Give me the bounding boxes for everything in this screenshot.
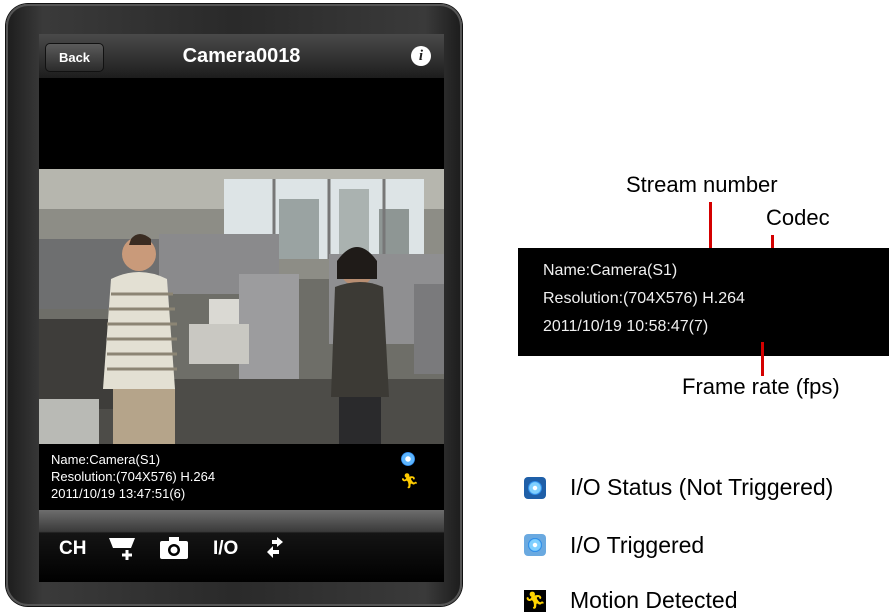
back-button[interactable]: Back	[45, 43, 104, 72]
ptz-icon[interactable]	[107, 534, 139, 568]
sample-timestamp: 2011/10/19 10:58:47(7)	[543, 318, 709, 335]
timestamp-text: 2011/10/19 13:47:51(6)	[51, 486, 186, 501]
motion-detected-icon: 🏃︎	[524, 590, 546, 612]
resolution-text: Resolution:(704X576) H.264	[51, 469, 216, 484]
camera-name-text: Name:Camera(S1)	[51, 452, 161, 467]
legend-io-not-triggered: I/O Status (Not Triggered)	[570, 474, 834, 500]
sample-camera-name: Name:Camera(S1)	[543, 262, 678, 279]
app-screen: Back Camera0018 i Name:Camera(S1) Resolu…	[39, 34, 444, 582]
sample-resolution: Resolution:(704X576) H.264	[543, 290, 745, 307]
live-video-view[interactable]	[39, 169, 444, 444]
io-not-triggered-icon	[524, 477, 546, 499]
phone-device: Back Camera0018 i Name:Camera(S1) Resolu…	[6, 4, 462, 606]
camera-feed-image	[39, 169, 444, 444]
io-status-icon	[401, 452, 415, 466]
channel-button[interactable]: CH	[59, 538, 86, 560]
io-triggered-icon	[524, 534, 546, 556]
legend-motion-detected: Motion Detected	[570, 587, 738, 613]
info-icon[interactable]: i	[411, 46, 431, 66]
bottom-toolbar: CH I/O	[39, 510, 444, 582]
navigation-bar: Back Camera0018 i	[39, 34, 444, 79]
frame-rate-pointer	[761, 342, 764, 376]
legend-io-triggered: I/O Triggered	[570, 532, 705, 558]
frame-rate-callout: Frame rate (fps)	[682, 374, 840, 399]
stream-info-sample: Name:Camera(S1) Resolution:(704X576) H.2…	[518, 248, 889, 356]
codec-callout: Codec	[766, 205, 830, 230]
io-button[interactable]: I/O	[213, 538, 238, 560]
camera-icon[interactable]	[159, 536, 189, 566]
stream-number-callout: Stream number	[626, 172, 778, 197]
switch-arrows-icon[interactable]	[263, 536, 285, 564]
stream-info-overlay: Name:Camera(S1) Resolution:(704X576) H.2…	[39, 444, 444, 510]
motion-detected-icon: 🏃︎	[400, 473, 420, 490]
